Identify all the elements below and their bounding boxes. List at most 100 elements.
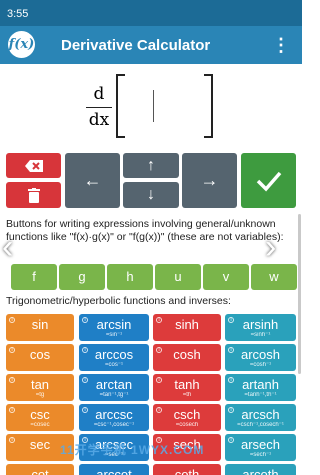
arrow-up-icon: ↑ <box>147 156 155 174</box>
info-icon[interactable]: i <box>82 317 88 323</box>
cursor-right-button[interactable]: → <box>182 153 237 208</box>
app-screen: 3:55 f(x) Derivative Calculator ⋮ d dx ←… <box>0 0 302 475</box>
key-alias: =tanh⁻¹,th⁻¹ <box>244 392 277 398</box>
key-alias: =th <box>182 392 192 398</box>
key-label: arcosh <box>240 347 281 362</box>
key-label: artanh <box>242 377 279 392</box>
info-icon[interactable]: i <box>228 347 234 353</box>
key-label: csch <box>173 407 201 422</box>
info-icon[interactable]: i <box>228 437 234 443</box>
key-arcsin[interactable]: i arcsin =sin⁻¹ <box>79 314 149 341</box>
key-csc[interactable]: i csc =cosec <box>6 404 74 431</box>
key-arccot[interactable]: arccot <box>79 464 149 475</box>
scroll-left-icon[interactable]: ‹ <box>2 230 18 266</box>
key-alias: =tg <box>35 392 45 398</box>
key-label: arsech <box>240 437 281 452</box>
function-key-w[interactable]: w <box>251 264 297 290</box>
key-label: arccsc <box>95 407 133 422</box>
compute-button[interactable] <box>241 153 296 208</box>
key-label: arcsch <box>241 407 280 422</box>
info-icon[interactable]: i <box>9 347 15 353</box>
info-icon[interactable]: i <box>228 377 234 383</box>
key-arcoth[interactable]: arcoth <box>225 464 296 475</box>
info-icon[interactable]: i <box>156 347 162 353</box>
more-vert-icon[interactable]: ⋮ <box>272 36 290 54</box>
key-tan[interactable]: i tan =tg <box>6 374 74 401</box>
app-bar: f(x) Derivative Calculator ⋮ <box>0 26 302 64</box>
key-arccsc[interactable]: i arccsc =csc⁻¹,cosec⁻¹ <box>79 404 149 431</box>
key-label: cosh <box>173 347 201 362</box>
scrollbar[interactable] <box>298 214 301 374</box>
key-sinh[interactable]: i sinh <box>153 314 221 341</box>
app-logo: f(x) <box>8 31 35 58</box>
info-icon[interactable]: i <box>82 407 88 413</box>
d-numerator: d <box>93 84 105 104</box>
function-key-f[interactable]: f <box>11 264 57 290</box>
key-arcsch[interactable]: i arcsch =csch⁻¹,cosech⁻¹ <box>225 404 296 431</box>
watermark: 11开学手机 1WYX.COM <box>60 443 205 457</box>
clear-button[interactable] <box>6 182 61 208</box>
key-arsech[interactable]: i arsech =sech⁻¹ <box>225 434 296 461</box>
key-arctan[interactable]: i arctan =tan⁻¹,tg⁻¹ <box>79 374 149 401</box>
key-alias: =cos⁻¹ <box>104 362 123 368</box>
key-alias: =cosec <box>30 422 50 428</box>
key-csch[interactable]: i csch =cosech <box>153 404 221 431</box>
left-bracket <box>116 74 125 138</box>
key-label: arcsin <box>96 317 132 332</box>
info-icon[interactable]: i <box>9 437 15 443</box>
function-key-h[interactable]: h <box>107 264 153 290</box>
key-label: csc <box>30 407 50 422</box>
key-label: cot <box>31 467 49 475</box>
key-coth[interactable]: coth <box>153 464 221 475</box>
general-functions-description: Buttons for writing expressions involvin… <box>6 218 284 243</box>
info-icon[interactable]: i <box>156 407 162 413</box>
arrow-left-icon: ← <box>83 170 102 190</box>
info-icon[interactable]: i <box>228 317 234 323</box>
key-arsinh[interactable]: i arsinh =sinh⁻¹ <box>225 314 296 341</box>
key-alias: =sin⁻¹ <box>105 332 123 338</box>
key-label: tan <box>30 377 50 392</box>
key-alias: =sech⁻¹ <box>249 452 272 458</box>
arrow-right-icon: → <box>200 170 219 190</box>
key-sin[interactable]: i sin <box>6 314 74 341</box>
key-alias: =csc⁻¹,cosec⁻¹ <box>93 422 135 428</box>
scroll-right-icon[interactable]: › <box>265 230 281 266</box>
info-icon[interactable]: i <box>156 317 162 323</box>
status-bar: 3:55 <box>0 0 302 26</box>
key-cosh[interactable]: i cosh <box>153 344 221 371</box>
info-icon[interactable]: i <box>228 407 234 413</box>
info-icon[interactable]: i <box>9 377 15 383</box>
key-alias: =cosh⁻¹ <box>249 362 272 368</box>
key-alias: =cosech <box>175 422 199 428</box>
key-label: arccot <box>96 467 132 475</box>
key-arcosh[interactable]: i arcosh =cosh⁻¹ <box>225 344 296 371</box>
key-label: arctan <box>95 377 133 392</box>
key-arccos[interactable]: i arccos =cos⁻¹ <box>79 344 149 371</box>
info-icon[interactable]: i <box>9 317 15 323</box>
cursor-left-button[interactable]: ← <box>65 153 120 208</box>
trash-icon <box>27 187 40 203</box>
info-icon[interactable]: i <box>9 407 15 413</box>
key-artanh[interactable]: i artanh =tanh⁻¹,th⁻¹ <box>225 374 296 401</box>
info-icon[interactable]: i <box>82 347 88 353</box>
info-icon[interactable]: i <box>156 377 162 383</box>
key-cot[interactable]: cot <box>6 464 74 475</box>
trig-functions-description: Trigonometric/hyperbolic functions and i… <box>6 295 231 307</box>
key-alias: =csch⁻¹,cosech⁻¹ <box>237 422 284 428</box>
function-key-g[interactable]: g <box>59 264 105 290</box>
function-key-v[interactable]: v <box>203 264 249 290</box>
function-key-u[interactable]: u <box>155 264 201 290</box>
cursor-down-button[interactable]: ↓ <box>123 182 179 208</box>
key-label: arsinh <box>242 317 279 332</box>
status-time: 3:55 <box>7 8 29 20</box>
cursor-up-button[interactable]: ↑ <box>123 153 179 178</box>
arrow-down-icon: ↓ <box>147 186 155 203</box>
expression-editor[interactable]: d dx <box>0 64 302 150</box>
key-cos[interactable]: i cos <box>6 344 74 371</box>
info-icon[interactable]: i <box>82 377 88 383</box>
key-tanh[interactable]: i tanh =th <box>153 374 221 401</box>
backspace-button[interactable] <box>6 153 61 178</box>
right-bracket <box>204 74 213 138</box>
key-label: tanh <box>174 377 200 392</box>
key-label: sinh <box>175 317 199 332</box>
